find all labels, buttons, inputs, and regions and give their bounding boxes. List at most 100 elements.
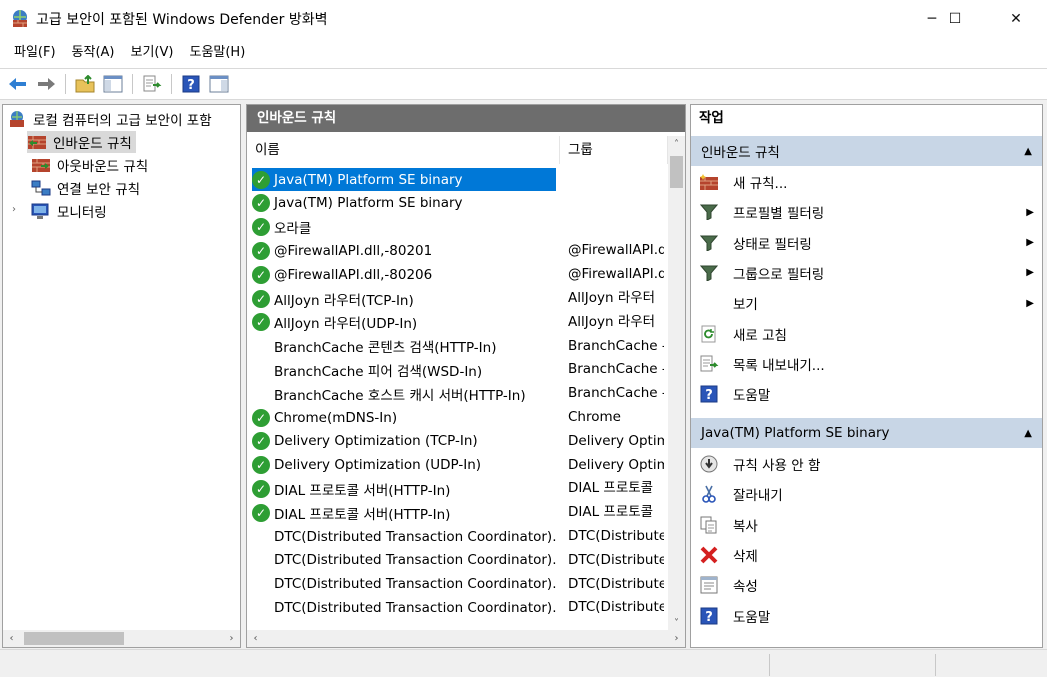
status-bar bbox=[0, 649, 1047, 677]
rule-name-cell: DTC(Distributed Transaction Coordinator)… bbox=[252, 525, 556, 548]
rule-group: DTC(Distribute bbox=[568, 599, 664, 616]
rule-group bbox=[568, 168, 664, 191]
rules-vertical-scrollbar[interactable]: ˄ ˅ bbox=[668, 136, 685, 632]
column-header-group[interactable]: 그룹 bbox=[560, 136, 668, 164]
tree-item-inbound-rules[interactable]: 인바운드 규칙 bbox=[27, 131, 136, 153]
rule-group: AllJoyn 라우터 bbox=[568, 290, 656, 306]
action-item[interactable]: 새 규칙... bbox=[691, 167, 1042, 197]
rule-name: 오라클 bbox=[274, 221, 312, 238]
collapse-caret-icon[interactable]: ▲ bbox=[1024, 146, 1032, 157]
rule-group: DTC(Distribute bbox=[568, 575, 664, 592]
firewall-window: 고급 보안이 포함된 Windows Defender 방화벽 ─ ☐ ✕ 파일… bbox=[0, 0, 1047, 677]
show-hide-console-tree-icon[interactable] bbox=[101, 72, 125, 96]
tree-root[interactable]: 로컬 컴퓨터의 고급 보안이 포함 bbox=[7, 108, 212, 130]
action-item[interactable]: 규칙 사용 안 함 bbox=[691, 449, 1042, 479]
rule-group bbox=[568, 216, 664, 239]
tree-item-outbound-rules[interactable]: 아웃바운드 규칙 bbox=[31, 154, 148, 176]
action-item[interactable]: 상태로 필터링 ▶ bbox=[691, 228, 1042, 258]
tree-item-connection-security-rules[interactable]: 연결 보안 규칙 bbox=[31, 177, 140, 199]
action-label: 프로필별 필터링 bbox=[733, 206, 825, 223]
rule-row[interactable]: ✓ AllJoyn 라우터(UDP-In) AllJoyn 라우터 bbox=[252, 311, 662, 334]
rule-row[interactable]: ✓ Java(TM) Platform SE binary bbox=[252, 168, 662, 191]
actions-section-selected-rule[interactable]: Java(TM) Platform SE binary ▲ bbox=[691, 418, 1042, 448]
scroll-left-icon[interactable]: ‹ bbox=[247, 630, 264, 647]
action-item[interactable]: ? 도움말 bbox=[691, 601, 1042, 631]
action-label: 잘라내기 bbox=[733, 488, 783, 505]
menu-action[interactable]: 동작(A) bbox=[64, 40, 123, 66]
rule-row[interactable]: ✓ @FirewallAPI.dll,-80201 @FirewallAPI.d bbox=[252, 239, 664, 262]
action-item[interactable]: 그룹으로 필터링 ▶ bbox=[691, 258, 1042, 288]
menu-help[interactable]: 도움말(H) bbox=[181, 40, 253, 66]
forward-icon[interactable] bbox=[34, 72, 58, 96]
action-item[interactable]: 삭제 bbox=[691, 540, 1042, 570]
action-item[interactable]: 새로 고침 bbox=[691, 319, 1042, 349]
rule-row[interactable]: ✓ DIAL 프로토콜 서버(HTTP-In) DIAL 프로토콜 bbox=[252, 501, 662, 524]
expand-arrow-icon[interactable]: › bbox=[12, 204, 16, 215]
rule-row[interactable]: ✓ Delivery Optimization (TCP-In) Delivery … bbox=[252, 430, 664, 453]
actions-title: 작업 bbox=[691, 105, 1042, 132]
submenu-arrow-icon: ▶ bbox=[1026, 267, 1034, 279]
copy-icon bbox=[699, 515, 719, 535]
rule-name: BranchCache 호스트 캐시 서버(HTTP-In) bbox=[274, 387, 526, 404]
collapse-caret-icon[interactable]: ▲ bbox=[1024, 428, 1032, 439]
actions-section-inbound-rules[interactable]: 인바운드 규칙 ▲ bbox=[691, 136, 1042, 166]
action-item[interactable]: 프로필별 필터링 ▶ bbox=[691, 197, 1042, 227]
action-label: 상태로 필터링 bbox=[733, 236, 812, 253]
action-item[interactable]: 목록 내보내기... bbox=[691, 349, 1042, 379]
show-hide-action-pane-icon[interactable] bbox=[207, 72, 231, 96]
refresh-icon bbox=[699, 324, 719, 344]
maximize-button[interactable]: ☐ bbox=[932, 0, 978, 38]
rule-row[interactable]: BranchCache 호스트 캐시 서버(HTTP-In) BranchCach… bbox=[252, 382, 664, 405]
action-item[interactable]: 잘라내기 bbox=[691, 479, 1042, 509]
rule-name-cell: ✓ Delivery Optimization (TCP-In) bbox=[252, 430, 556, 453]
enabled-check-icon: ✓ bbox=[252, 432, 270, 451]
rules-horizontal-scrollbar[interactable]: ‹ › bbox=[247, 630, 685, 647]
help-icon: ? bbox=[699, 606, 719, 626]
close-button[interactable]: ✕ bbox=[993, 0, 1039, 38]
rule-name: DTC(Distributed Transaction Coordinator)… bbox=[274, 599, 556, 616]
rule-row[interactable]: BranchCache 피어 검색(WSD-In) BranchCache - bbox=[252, 358, 664, 381]
menu-view[interactable]: 보기(V) bbox=[123, 40, 182, 66]
rule-name-cell: DTC(Distributed Transaction Coordinator)… bbox=[252, 549, 556, 572]
scroll-thumb[interactable] bbox=[24, 632, 124, 645]
rule-row[interactable]: ✓ 오라클 bbox=[252, 216, 662, 239]
rule-row[interactable]: ✓ AllJoyn 라우터(TCP-In) AllJoyn 라우터 bbox=[252, 287, 662, 310]
rule-row[interactable]: DTC(Distributed Transaction Coordinator)… bbox=[252, 596, 664, 619]
scroll-up-icon[interactable]: ˄ bbox=[668, 136, 685, 153]
rule-name-cell: ✓ AllJoyn 라우터(UDP-In) bbox=[252, 311, 556, 334]
action-item[interactable]: 속성 bbox=[691, 570, 1042, 600]
scroll-right-icon[interactable]: › bbox=[223, 630, 240, 647]
rule-row[interactable]: ✓ Chrome(mDNS-In) Chrome bbox=[252, 406, 662, 429]
scroll-right-icon[interactable]: › bbox=[668, 630, 685, 647]
back-icon[interactable] bbox=[6, 72, 30, 96]
rule-name-cell: BranchCache 호스트 캐시 서버(HTTP-In) bbox=[252, 382, 556, 405]
scroll-thumb[interactable] bbox=[670, 156, 683, 188]
help-icon: ? bbox=[699, 384, 719, 404]
rule-row[interactable]: DTC(Distributed Transaction Coordinator)… bbox=[252, 573, 664, 596]
rule-row[interactable]: DTC(Distributed Transaction Coordinator)… bbox=[252, 525, 664, 548]
rule-row[interactable]: ✓ Delivery Optimization (UDP-In) Delivery … bbox=[252, 454, 664, 477]
tree-horizontal-scrollbar[interactable]: ‹ › bbox=[3, 630, 240, 647]
new-rule-icon bbox=[699, 172, 719, 192]
up-folder-icon[interactable] bbox=[73, 72, 97, 96]
scroll-left-icon[interactable]: ‹ bbox=[3, 630, 20, 647]
filter-icon bbox=[699, 263, 719, 283]
action-item[interactable]: 복사 bbox=[691, 510, 1042, 540]
rule-row[interactable]: ✓ @FirewallAPI.dll,-80206 @FirewallAPI.d bbox=[252, 263, 664, 286]
rule-row[interactable]: ✓ DIAL 프로토콜 서버(HTTP-In) DIAL 프로토콜 bbox=[252, 477, 662, 500]
rule-row[interactable]: DTC(Distributed Transaction Coordinator)… bbox=[252, 549, 664, 572]
column-header-name[interactable]: 이름 bbox=[247, 136, 560, 164]
rule-name: Java(TM) Platform SE binary bbox=[274, 171, 463, 188]
help-icon[interactable]: ? bbox=[179, 72, 203, 96]
menu-file[interactable]: 파일(F) bbox=[6, 40, 64, 66]
action-label: 복사 bbox=[733, 518, 758, 535]
tree-item-monitoring[interactable]: 모니터링 bbox=[31, 200, 107, 222]
rule-row[interactable]: ✓ Java(TM) Platform SE binary bbox=[252, 192, 662, 215]
action-item[interactable]: 보기 ▶ bbox=[691, 288, 1042, 318]
rule-row[interactable]: BranchCache 콘텐츠 검색(HTTP-In) BranchCache - bbox=[252, 335, 664, 358]
rule-group: BranchCache - bbox=[568, 385, 664, 402]
filter-icon bbox=[699, 233, 719, 253]
action-item[interactable]: ? 도움말 bbox=[691, 379, 1042, 409]
action-label: 속성 bbox=[733, 579, 758, 596]
export-icon[interactable] bbox=[140, 72, 164, 96]
